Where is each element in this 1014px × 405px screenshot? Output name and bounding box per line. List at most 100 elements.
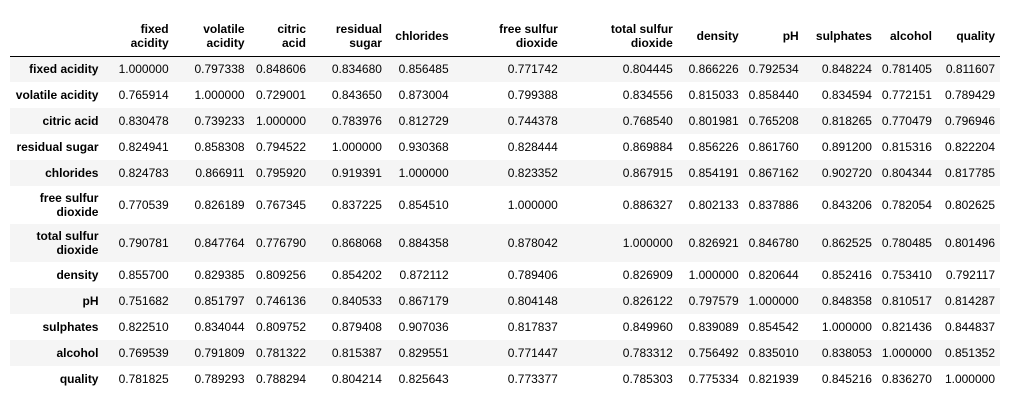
table-cell: 0.804148 [507, 294, 558, 308]
table-row: density 0.855700 0.829385 0.809256 0.854202 0… [10, 262, 1000, 288]
table-cell: 0.810517 [881, 294, 932, 308]
table-cell: 0.775334 [688, 372, 739, 386]
column-header: residual sugar [311, 16, 387, 56]
table-cell: 1.000000 [507, 198, 558, 212]
row-index-label: total sulfur dioxide [10, 224, 103, 262]
table-cell: 0.781405 [881, 62, 932, 77]
table-cell: 0.854510 [398, 198, 449, 212]
row-label-text: citric acid [42, 114, 99, 128]
table-cell: 1.000000 [331, 140, 382, 154]
table-cell: 0.826122 [622, 294, 673, 308]
column-header: citric acid [250, 16, 311, 56]
row-label-text: chlorides [45, 166, 99, 180]
table-cell: 0.767345 [255, 198, 306, 212]
table-row: residual sugar 0.824941 0.858308 0.794522 1.… [10, 134, 1000, 160]
row-index-label: free sulfur dioxide [10, 186, 103, 224]
column-header: alcohol [877, 16, 937, 56]
column-header-label: free sulfur dioxide [499, 21, 558, 50]
table-row: fixed acidity 1.000000 0.797338 0.848606 0.8… [10, 56, 1000, 82]
table-cell: 0.770539 [118, 198, 169, 212]
table-cell: 0.820644 [748, 268, 799, 282]
column-header: pH [744, 16, 804, 56]
table-cell: 1.000000 [398, 166, 449, 180]
table-cell: 0.858308 [194, 140, 245, 154]
table-row: pH 0.751682 0.851797 0.746136 0.840533 0.8671… [10, 288, 1000, 314]
table-cell: 0.729001 [255, 88, 306, 102]
row-index-label: pH [10, 288, 103, 314]
table-row: citric acid 0.830478 0.739233 1.000000 0.783… [10, 108, 1000, 134]
column-header-label: citric acid [277, 21, 306, 50]
table-cell: 0.867162 [748, 166, 799, 180]
table-cell: 0.825643 [398, 372, 449, 386]
column-header: free sulfur dioxide [454, 16, 563, 56]
table-cell: 0.744378 [507, 114, 558, 128]
table-cell: 0.867915 [622, 166, 673, 180]
row-label-text: free sulfur dioxide [39, 191, 99, 219]
table-cell: 0.768540 [622, 114, 673, 128]
table-row: free sulfur dioxide 0.770539 0.826189 0.767… [10, 186, 1000, 224]
column-header-label: chlorides [395, 28, 449, 43]
table-cell: 0.780485 [881, 236, 932, 250]
table-cell: 0.872112 [399, 268, 449, 282]
table-cell: 0.781825 [118, 372, 169, 386]
header-row: fixed acidity volatile acidity citric acid… [10, 16, 1000, 56]
row-index-label: citric acid [10, 108, 103, 134]
table-cell: 0.770479 [881, 114, 932, 128]
table-cell: 0.821939 [748, 372, 799, 386]
row-label-text: total sulfur dioxide [36, 229, 99, 257]
table-cell: 1.000000 [881, 346, 932, 360]
table-cell: 0.804445 [622, 62, 673, 77]
table-cell: 0.815033 [688, 88, 739, 102]
column-header-label: pH [782, 28, 799, 43]
column-header-label: total sulfur dioxide [610, 21, 673, 50]
table-cell: 1.000000 [944, 372, 995, 386]
table-row: volatile acidity 0.765914 1.000000 0.729001… [10, 82, 1000, 108]
column-header-label: sulphates [815, 28, 872, 43]
table-cell: 0.836270 [881, 372, 932, 386]
row-label-text: volatile acidity [15, 88, 99, 102]
table-cell: 0.791809 [194, 346, 245, 360]
table-cell: 0.858440 [748, 88, 799, 102]
table-cell: 0.851797 [194, 294, 245, 308]
table-cell: 0.828444 [507, 140, 558, 154]
table-row: total sulfur dioxide 0.790781 0.847764 0.77… [10, 224, 1000, 262]
table-cell: 0.799388 [507, 88, 558, 102]
table-cell: 0.753410 [881, 268, 932, 282]
table-cell: 0.809256 [255, 268, 306, 282]
table-cell: 0.785303 [622, 372, 673, 386]
table-cell: 1.000000 [118, 62, 169, 77]
table-cell: 0.802133 [688, 198, 739, 212]
table-cell: 0.771447 [507, 346, 558, 360]
row-label-text: quality [59, 372, 99, 386]
table-cell: 0.811607 [945, 62, 995, 77]
table-cell: 0.818265 [821, 114, 872, 128]
table-row: alcohol 0.769539 0.791809 0.781322 0.815387 0… [10, 340, 1000, 366]
column-header-label: fixed acidity [130, 21, 169, 50]
table-cell: 1.000000 [748, 294, 799, 308]
table-cell: 0.919391 [331, 166, 382, 180]
table-cell: 0.781322 [255, 346, 306, 360]
column-header-label: alcohol [889, 28, 932, 43]
table-cell: 0.844837 [944, 320, 995, 334]
table-cell: 0.802625 [944, 198, 995, 212]
row-label-text: pH [82, 294, 99, 308]
table-cell: 0.851352 [944, 346, 995, 360]
row-label-text: sulphates [42, 320, 99, 334]
table-cell: 0.797579 [688, 294, 739, 308]
table-cell: 0.795920 [255, 166, 306, 180]
column-header: fixed acidity [103, 16, 173, 56]
table-cell: 0.861760 [748, 140, 799, 154]
table-cell: 0.824783 [118, 166, 169, 180]
table-cell: 0.834594 [821, 88, 872, 102]
table-cell: 0.823352 [507, 166, 558, 180]
column-header-label: residual sugar [335, 21, 382, 50]
table-cell: 0.794522 [255, 140, 306, 154]
table-cell: 0.789293 [194, 372, 245, 386]
table-cell: 0.867179 [398, 294, 449, 308]
table-cell: 0.817785 [944, 166, 995, 180]
table-cell: 0.840533 [331, 294, 382, 308]
table-cell: 0.837886 [748, 198, 799, 212]
table-cell: 0.814287 [944, 294, 995, 308]
row-index-label: alcohol [10, 340, 103, 366]
table-cell: 0.790781 [118, 236, 169, 250]
